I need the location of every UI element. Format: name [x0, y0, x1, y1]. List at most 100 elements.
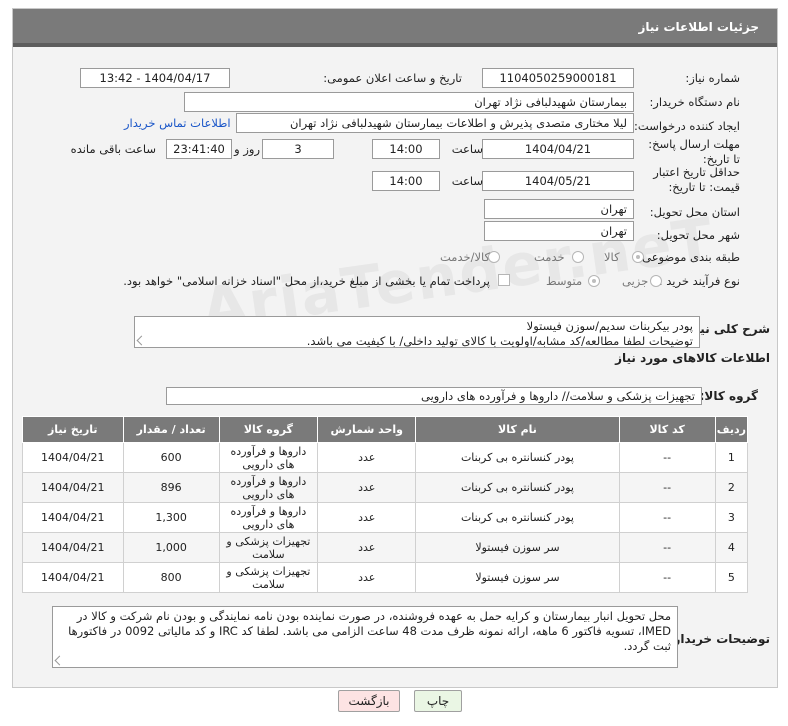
category-service-label: خدمت [534, 250, 565, 264]
table-row: 1 -- پودر کنسانتره بی کربنات عدد داروها … [22, 442, 749, 473]
cell-date: 1404/04/21 [22, 472, 124, 503]
category-radio-goods[interactable] [632, 251, 644, 263]
cell-unit: عدد [317, 472, 417, 503]
cell-row-number: 2 [714, 472, 749, 503]
col-header-code: کد کالا [618, 416, 716, 443]
buyer-notes-text: محل تحویل انبار بیمارستان و کرایه حمل به… [68, 609, 671, 653]
description-line-2: توضیحات لطفا مطالعه/کد مشابه/اولویت با ک… [306, 334, 693, 348]
cell-row-number: 4 [714, 532, 749, 563]
process-radio-medium[interactable] [588, 275, 600, 287]
cell-date: 1404/04/21 [22, 442, 124, 473]
days-field: 3 [262, 139, 334, 159]
cell-unit: عدد [317, 532, 417, 563]
days-label: روز و [234, 142, 260, 156]
cell-name: پودر کنسانتره بی کربنات [415, 442, 620, 473]
buyer-org-field: بیمارستان شهیدلبافی نژاد تهران [184, 92, 634, 112]
cell-code: -- [618, 532, 716, 563]
province-field: تهران [484, 199, 634, 219]
buyer-notes-label: توضیحات خریدار: [668, 632, 770, 646]
cell-qty: 896 [122, 472, 220, 503]
contact-info-link[interactable]: اطلاعات تماس خریدار [124, 116, 231, 130]
cell-row-number: 1 [714, 442, 749, 473]
reply-time-label: ساعت [451, 142, 483, 156]
reply-deadline-label: مهلت ارسال پاسخ: تا تاریخ: [648, 137, 740, 166]
buyer-org-label: نام دستگاه خریدار: [649, 95, 740, 109]
cell-unit: عدد [317, 502, 417, 533]
category-label: طبقه بندی موضوعی: [638, 250, 740, 264]
cell-name: پودر کنسانتره بی کربنات [415, 472, 620, 503]
remaining-label: ساعت باقی مانده [70, 142, 156, 156]
treasury-payment-note: پرداخت تمام یا بخشی از مبلغ خرید،از محل … [123, 274, 490, 288]
table-header-row: ردیف کد کالا نام کالا واحد شمارش گروه کا… [22, 416, 749, 443]
cell-group: داروها و فرآورده های دارویی [218, 502, 319, 533]
process-radio-minor[interactable] [650, 275, 662, 287]
cell-name: پودر کنسانتره بی کربنات [415, 502, 620, 533]
cell-row-number: 3 [714, 502, 749, 533]
back-button[interactable]: بازگشت [338, 690, 400, 712]
cell-qty: 600 [122, 442, 220, 473]
price-validity-label: حداقل تاریخ اعتبار قیمت: تا تاریخ: [653, 165, 740, 194]
cell-code: -- [618, 562, 716, 593]
cell-qty: 1,300 [122, 502, 220, 533]
goods-group-label: گروه کالا: [699, 389, 758, 403]
description-textarea[interactable]: پودر بیکربنات سدیم/سوزن فیستولا توضیحات … [134, 316, 700, 348]
creator-label: ایجاد کننده درخواست: [634, 119, 740, 133]
cell-unit: عدد [317, 562, 417, 593]
col-header-date: تاریخ نیاز [22, 416, 124, 443]
cell-code: -- [618, 472, 716, 503]
validity-date-field: 1404/05/21 [482, 171, 634, 191]
table-row: 3 -- پودر کنسانتره بی کربنات عدد داروها … [22, 502, 749, 533]
header-bar: جزئیات اطلاعات نیاز [13, 9, 777, 47]
col-header-unit: واحد شمارش [317, 416, 417, 443]
category-radio-service[interactable] [572, 251, 584, 263]
process-medium-label: متوسط [546, 274, 583, 288]
treasury-payment-checkbox[interactable] [498, 274, 510, 286]
cell-date: 1404/04/21 [22, 532, 124, 563]
col-header-qty: تعداد / مقدار [122, 416, 220, 443]
col-header-group: گروه کالا [218, 416, 319, 443]
print-button[interactable]: چاپ [414, 690, 462, 712]
cell-code: -- [618, 502, 716, 533]
city-field: تهران [484, 221, 634, 241]
process-minor-label: جزیی [622, 274, 649, 288]
cell-qty: 1,000 [122, 532, 220, 563]
validity-time-label: ساعت [451, 174, 483, 188]
cell-group: داروها و فرآورده های دارویی [218, 442, 319, 473]
goods-table: ردیف کد کالا نام کالا واحد شمارش گروه کا… [22, 416, 749, 593]
need-number-field: 1104050259000181 [482, 68, 634, 88]
reply-time-field: 14:00 [372, 139, 440, 159]
resize-handle-icon[interactable] [54, 655, 65, 666]
remaining-time-field: 23:41:40 [166, 139, 232, 159]
creator-field: لیلا مختاری متصدی پذیرش و اطلاعات بیمارس… [236, 113, 634, 133]
description-line-1: پودر بیکربنات سدیم/سوزن فیستولا [526, 319, 693, 333]
buyer-notes-textarea[interactable]: محل تحویل انبار بیمارستان و کرایه حمل به… [52, 606, 678, 668]
announce-label: تاریخ و ساعت اعلان عمومی: [323, 71, 462, 85]
table-row: 2 -- پودر کنسانتره بی کربنات عدد داروها … [22, 472, 749, 503]
cell-date: 1404/04/21 [22, 502, 124, 533]
cell-name: سر سوزن فیستولا [415, 532, 620, 563]
goods-group-field: تجهیزات پزشکی و سلامت// داروها و فرآورده… [166, 387, 702, 405]
announce-field: 1404/04/17 - 13:42 [80, 68, 230, 88]
reply-date-field: 1404/04/21 [482, 139, 634, 159]
province-label: استان محل تحویل: [649, 205, 740, 219]
process-label: نوع فرآیند خرید : [658, 274, 740, 288]
cell-group: تجهیزات پزشکی و سلامت [218, 532, 319, 563]
goods-section-title: اطلاعات کالاهای مورد نیاز [615, 351, 770, 365]
need-number-label: شماره نیاز: [685, 71, 740, 85]
validity-time-field: 14:00 [372, 171, 440, 191]
category-both-label: کالا/خدمت [440, 250, 491, 264]
cell-group: داروها و فرآورده های دارویی [218, 472, 319, 503]
cell-date: 1404/04/21 [22, 562, 124, 593]
cell-unit: عدد [317, 442, 417, 473]
col-header-name: نام کالا [415, 416, 620, 443]
col-header-row-number: ردیف [714, 416, 749, 443]
city-label: شهر محل تحویل: [656, 228, 740, 242]
table-row: 5 -- سر سوزن فیستولا عدد تجهیزات پزشکی و… [22, 562, 749, 593]
cell-code: -- [618, 442, 716, 473]
cell-group: تجهیزات پزشکی و سلامت [218, 562, 319, 593]
cell-name: سر سوزن فیستولا [415, 562, 620, 593]
cell-row-number: 5 [714, 562, 749, 593]
cell-qty: 800 [122, 562, 220, 593]
table-row: 4 -- سر سوزن فیستولا عدد تجهیزات پزشکی و… [22, 532, 749, 563]
category-goods-label: کالا [604, 250, 620, 264]
